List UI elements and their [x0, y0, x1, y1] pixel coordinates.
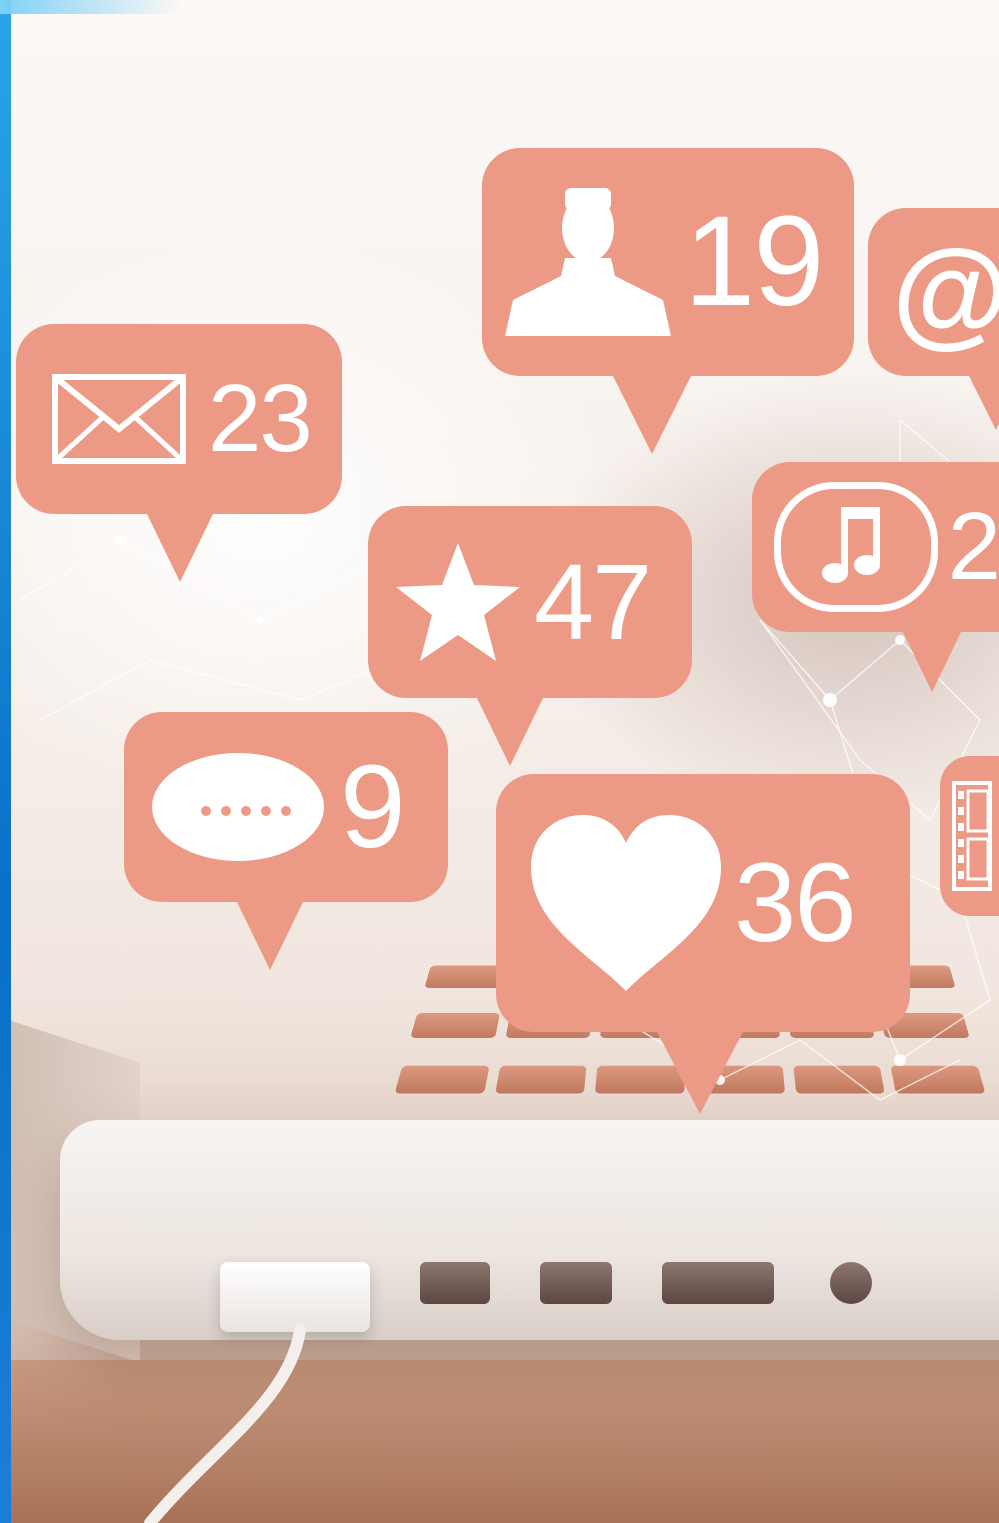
notification-count: 19 — [684, 190, 824, 333]
music-note-icon — [774, 482, 938, 612]
notification-count: 2 — [947, 493, 999, 600]
notification-count: 36 — [734, 840, 857, 965]
notification-videos — [940, 756, 999, 916]
user-icon — [498, 148, 678, 376]
notification-count: 47 — [534, 541, 652, 662]
bubble-tail — [612, 374, 692, 454]
accent-strip — [0, 0, 11, 1523]
at-sign-icon: @ — [892, 225, 999, 359]
bubble-tail — [476, 696, 544, 766]
bubble-tail — [656, 1030, 744, 1114]
bubble-tail — [146, 512, 214, 582]
envelope-icon — [44, 324, 194, 514]
notification-messages: 23 — [16, 324, 342, 582]
laptop-scene: 23 19 @ 47 2 9 36 — [0, 0, 999, 1523]
notification-music: 2 — [752, 462, 999, 692]
notification-count: 23 — [208, 365, 313, 472]
speech-bubble-icon — [148, 712, 328, 902]
notification-comments: 9 — [124, 712, 448, 970]
star-icon — [388, 506, 528, 698]
notification-favorites: 47 — [368, 506, 692, 766]
bubble-tail — [902, 630, 962, 692]
corner-glow — [0, 0, 180, 14]
notification-likes: 36 — [496, 774, 910, 1114]
notification-count: 9 — [340, 741, 406, 873]
notification-followers: 19 — [482, 148, 854, 454]
film-strip-icon — [952, 776, 992, 896]
heart-icon — [526, 774, 726, 1032]
bubble-tail — [968, 374, 999, 430]
notification-mentions: @ — [868, 208, 999, 430]
bubble-tail — [236, 900, 304, 970]
